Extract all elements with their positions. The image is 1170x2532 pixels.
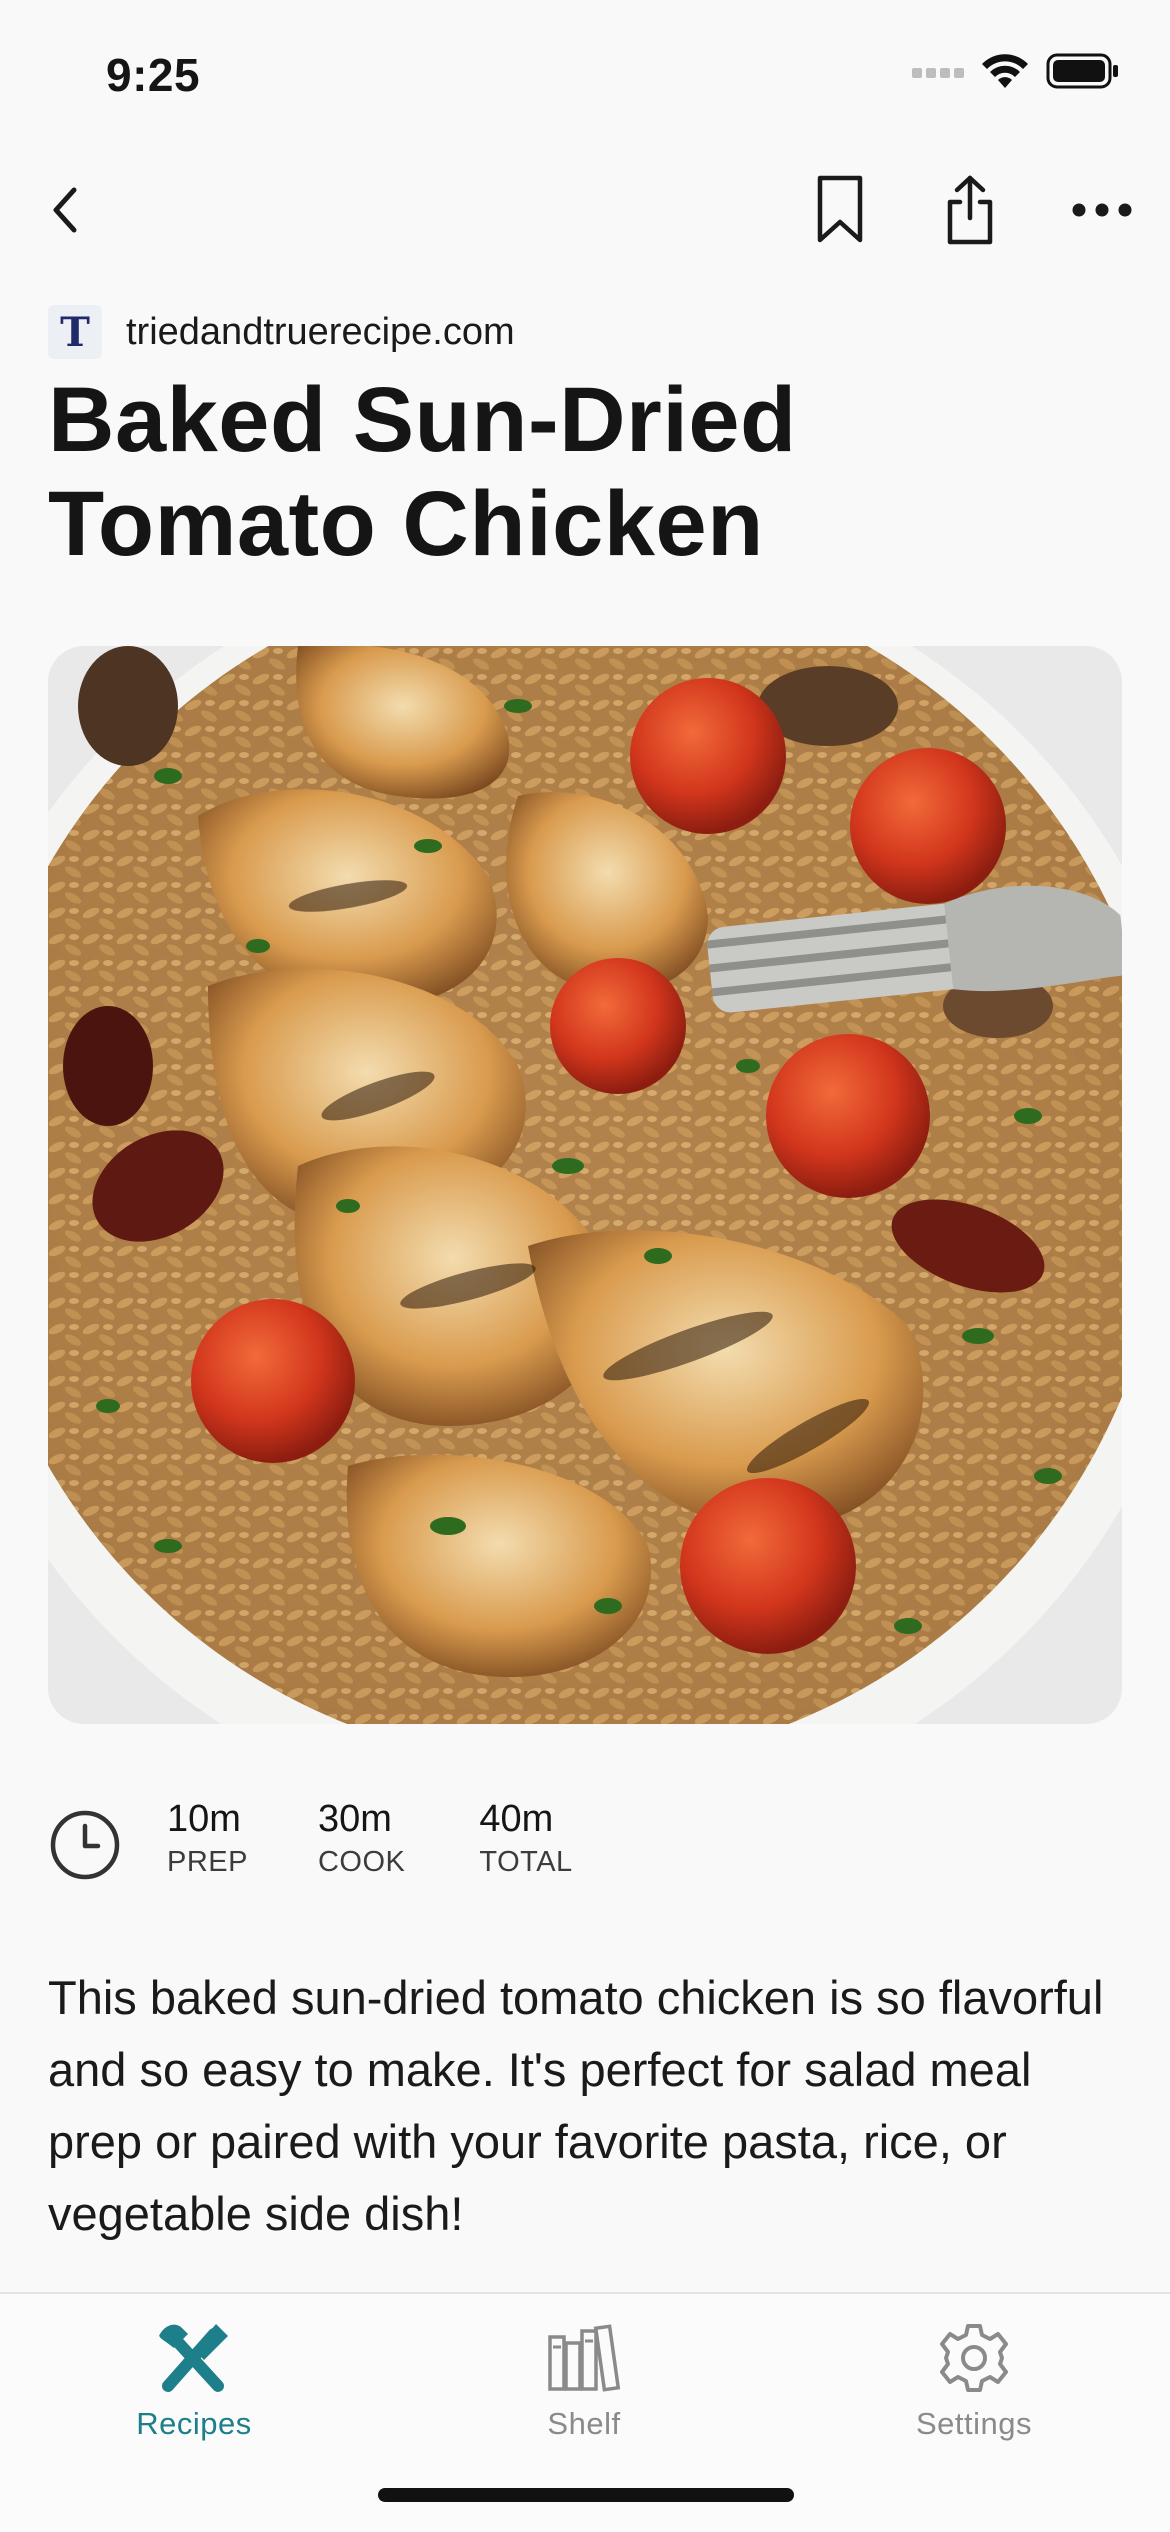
fork-knife-icon: [154, 2318, 234, 2398]
status-icons: [912, 52, 1120, 90]
home-indicator[interactable]: [378, 2488, 794, 2502]
cook-time-label: COOK: [317, 1846, 406, 1878]
total-time: 40m TOTAL: [479, 1796, 572, 1882]
total-time-value: 40m: [479, 1798, 554, 1840]
back-button[interactable]: [26, 170, 106, 250]
battery-icon: [1046, 53, 1118, 89]
gear-icon: [934, 2318, 1014, 2398]
prep-time-label: PREP: [167, 1846, 248, 1878]
source-domain: triedandtruerecipe.com: [126, 310, 515, 353]
source-logo: T: [48, 305, 102, 359]
share-button[interactable]: [930, 170, 1010, 250]
prep-time: 10m PREP: [167, 1796, 248, 1882]
share-icon: [947, 175, 993, 245]
tab-recipes-label: Recipes: [136, 2406, 252, 2441]
bookmark-button[interactable]: [800, 170, 880, 250]
tab-settings[interactable]: Settings: [844, 2294, 1104, 2464]
recipe-photo: [48, 646, 1122, 1724]
cook-time: 30m COOK: [318, 1796, 405, 1882]
tab-shelf[interactable]: Shelf: [454, 2294, 714, 2464]
prep-time-value: 10m: [167, 1798, 241, 1840]
recipe-times: 10m PREP 30m COOK 40m TOTAL: [48, 1796, 573, 1896]
ellipsis-icon: [1072, 203, 1132, 217]
tab-recipes[interactable]: Recipes: [64, 2294, 324, 2464]
recipe-title: Baked Sun-Dried Tomato Chicken: [48, 368, 1128, 576]
cellular-signal-icon: [912, 68, 964, 78]
total-time-label: TOTAL: [479, 1846, 573, 1878]
wifi-icon: [982, 54, 1028, 88]
tab-shelf-label: Shelf: [547, 2406, 621, 2441]
cook-time-value: 30m: [317, 1798, 392, 1840]
recipe-photo-illustration: [48, 646, 1122, 1724]
bookmark-icon: [817, 175, 863, 243]
navigation-bar: [0, 170, 1170, 250]
recipe-source[interactable]: T triedandtruerecipe.com: [48, 304, 515, 360]
tab-settings-label: Settings: [915, 2406, 1032, 2441]
chevron-left-icon: [53, 187, 77, 233]
status-time: 9:25: [106, 49, 201, 101]
books-icon: [544, 2318, 624, 2398]
recipe-title-line-2: Tomato Chicken: [48, 473, 764, 575]
more-options-button[interactable]: [1062, 170, 1142, 250]
recipe-description: This baked sun-dried tomato chicken is s…: [48, 1971, 1104, 2240]
clock-icon: [50, 1810, 120, 1880]
status-bar: 9:25: [0, 0, 1170, 150]
recipe-title-line-1: Baked Sun-Dried: [48, 369, 797, 471]
